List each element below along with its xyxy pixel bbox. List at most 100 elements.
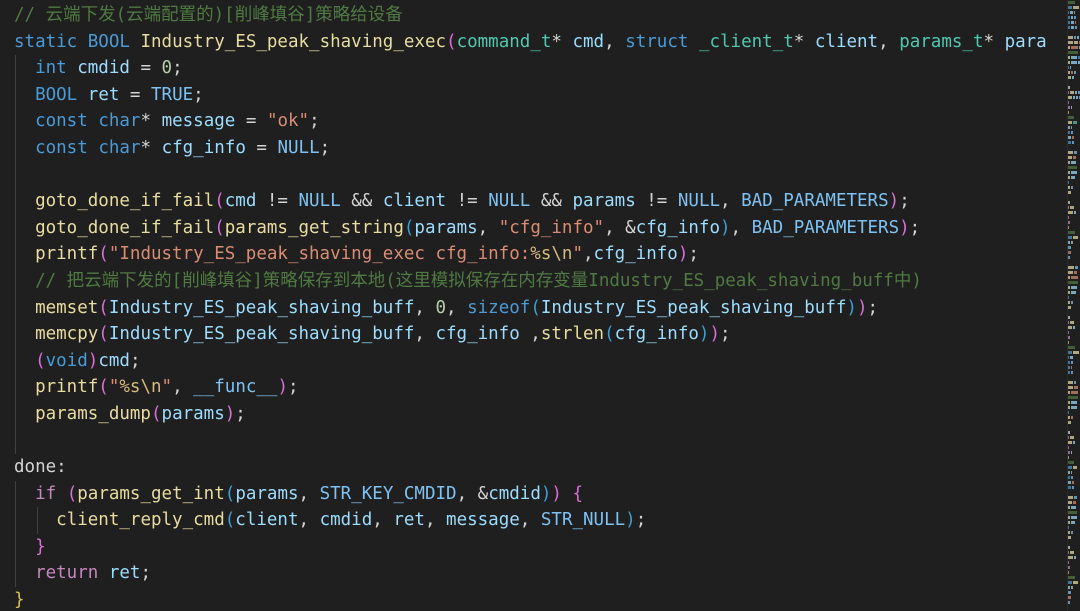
minimap-block	[1074, 41, 1078, 44]
code-token: NULL	[277, 137, 320, 158]
code-token: )	[856, 297, 868, 318]
code-line[interactable]: const char* cfg_info = NULL;	[0, 134, 1068, 162]
code-line-text: }	[0, 534, 46, 561]
code-token: ,	[172, 377, 194, 398]
minimap-block	[1068, 176, 1070, 179]
minimap-block	[1071, 586, 1073, 589]
minimap-block	[1068, 116, 1074, 119]
code-token: Industry_ES_peak_shaving_buff	[108, 297, 415, 318]
code-token: cfg_info	[161, 137, 246, 158]
minimap-block	[1068, 526, 1069, 529]
code-line[interactable]: // 把云端下发的[削峰填谷]策略保存到本地(这里模拟保存在内存变量Indust…	[0, 267, 1068, 295]
code-token: ,	[424, 510, 447, 531]
code-token: Industry_ES_peak_shaving_buff	[540, 297, 847, 318]
minimap-block	[1068, 191, 1071, 194]
minimap-block	[1068, 156, 1072, 159]
code-line[interactable]: if (params_get_int(params, STR_KEY_CMDID…	[0, 480, 1068, 508]
code-line[interactable]: goto_done_if_fail(cmd != NULL && client …	[0, 188, 1068, 215]
minimap-block	[1068, 341, 1069, 344]
code-editor[interactable]: // 云端下发(云端配置的)[削峰填谷]策略给设备 static BOOL Ind…	[0, 0, 1080, 611]
code-token: "cfg_info"	[498, 217, 605, 238]
minimap-block	[1068, 231, 1075, 234]
minimap-block	[1068, 46, 1070, 49]
code-line-text: static BOOL Industry_ES_peak_shaving_exe…	[0, 29, 1047, 56]
minimap-block	[1068, 36, 1073, 39]
minimap-block	[1068, 201, 1070, 204]
code-line[interactable]: printf("Industry_ES_peak_shaving_exec cf…	[0, 241, 1068, 268]
code-token: ,	[446, 297, 468, 318]
minimap-block	[1068, 271, 1073, 274]
code-token: !=	[256, 191, 299, 212]
code-token: memset	[35, 297, 99, 318]
code-token: ;	[288, 377, 299, 398]
code-token: message	[161, 111, 236, 132]
minimap-block	[1071, 406, 1077, 409]
code-token: printf	[35, 244, 99, 265]
code-token: "	[108, 377, 120, 398]
minimap-block	[1073, 236, 1078, 239]
code-token: )	[677, 244, 689, 265]
code-line-text: if (params_get_int(params, STR_KEY_CMDID…	[0, 481, 583, 508]
minimap-block	[1070, 11, 1073, 14]
code-line[interactable]: const char* message = "ok";	[0, 108, 1068, 135]
minimap-block	[1068, 551, 1069, 554]
minimap-block	[1073, 466, 1077, 469]
code-line[interactable]: static BOOL Industry_ES_peak_shaving_exe…	[0, 29, 1068, 56]
code-line-text: const char* message = "ok";	[0, 108, 320, 135]
minimap-block	[1068, 496, 1073, 499]
code-line-text: goto_done_if_fail(cmd != NULL && client …	[0, 188, 910, 215]
code-token: ret	[87, 84, 120, 105]
code-line[interactable]: goto_done_if_fail(params_get_string(para…	[0, 214, 1068, 242]
code-line[interactable]: // 云端下发(云端配置的)[削峰填谷]策略给设备	[0, 2, 1068, 29]
code-line[interactable]: }	[0, 587, 1068, 611]
code-content-area[interactable]: // 云端下发(云端配置的)[削峰填谷]策略给设备 static BOOL Ind…	[0, 0, 1068, 611]
minimap-block	[1074, 36, 1076, 39]
code-line[interactable]: done:	[0, 454, 1068, 481]
code-token: )	[625, 510, 636, 531]
minimap-block	[1073, 96, 1075, 99]
code-line[interactable]: params_dump(params);	[0, 400, 1068, 428]
code-line[interactable]: BOOL ret = TRUE;	[0, 81, 1068, 109]
code-token: void	[45, 350, 88, 371]
code-token: _client_t	[698, 31, 794, 52]
code-minimap[interactable]	[1068, 0, 1080, 611]
code-line[interactable]: client_reply_cmd(client, cmdid, ret, mes…	[0, 507, 1068, 534]
minimap-block	[1073, 156, 1076, 159]
code-line[interactable]: (void)cmd;	[0, 347, 1068, 375]
minimap-block	[1068, 416, 1070, 419]
code-line-text: memcpy(Industry_ES_peak_shaving_buff, cf…	[0, 321, 730, 348]
minimap-block	[1068, 16, 1070, 19]
minimap-block	[1068, 236, 1072, 239]
code-token: STR_NULL	[540, 510, 626, 531]
minimap-block	[1071, 46, 1078, 49]
code-line[interactable]: memcpy(Industry_ES_peak_shaving_buff, cf…	[0, 321, 1068, 348]
code-token: int	[35, 58, 67, 79]
minimap-block	[1068, 6, 1072, 9]
minimap-block	[1071, 521, 1075, 524]
minimap-block	[1068, 301, 1070, 304]
code-line[interactable]: }	[0, 533, 1068, 561]
minimap-block	[1077, 36, 1079, 39]
minimap-block	[1071, 471, 1072, 474]
code-token: (	[214, 191, 225, 212]
minimap-block	[1068, 391, 1070, 394]
minimap-block	[1068, 571, 1069, 574]
code-line[interactable]: printf("%s\n", __func__);	[0, 374, 1068, 401]
code-line[interactable]: return ret;	[0, 560, 1068, 588]
code-token: ret	[108, 563, 141, 584]
code-line[interactable]: int cmdid = 0;	[0, 55, 1068, 82]
code-token: NULL	[488, 191, 531, 212]
code-line[interactable]: memset(Industry_ES_peak_shaving_buff, 0,…	[0, 294, 1068, 322]
code-token: params_dump	[35, 403, 151, 424]
code-line-text: goto_done_if_fail(params_get_string(para…	[0, 215, 920, 242]
minimap-block	[1068, 106, 1070, 109]
minimap-block	[1068, 481, 1071, 484]
minimap-block	[1073, 351, 1079, 354]
code-line[interactable]	[0, 427, 1068, 455]
minimap-block	[1074, 11, 1075, 14]
code-token: !=	[446, 191, 489, 212]
code-line[interactable]	[0, 161, 1068, 189]
